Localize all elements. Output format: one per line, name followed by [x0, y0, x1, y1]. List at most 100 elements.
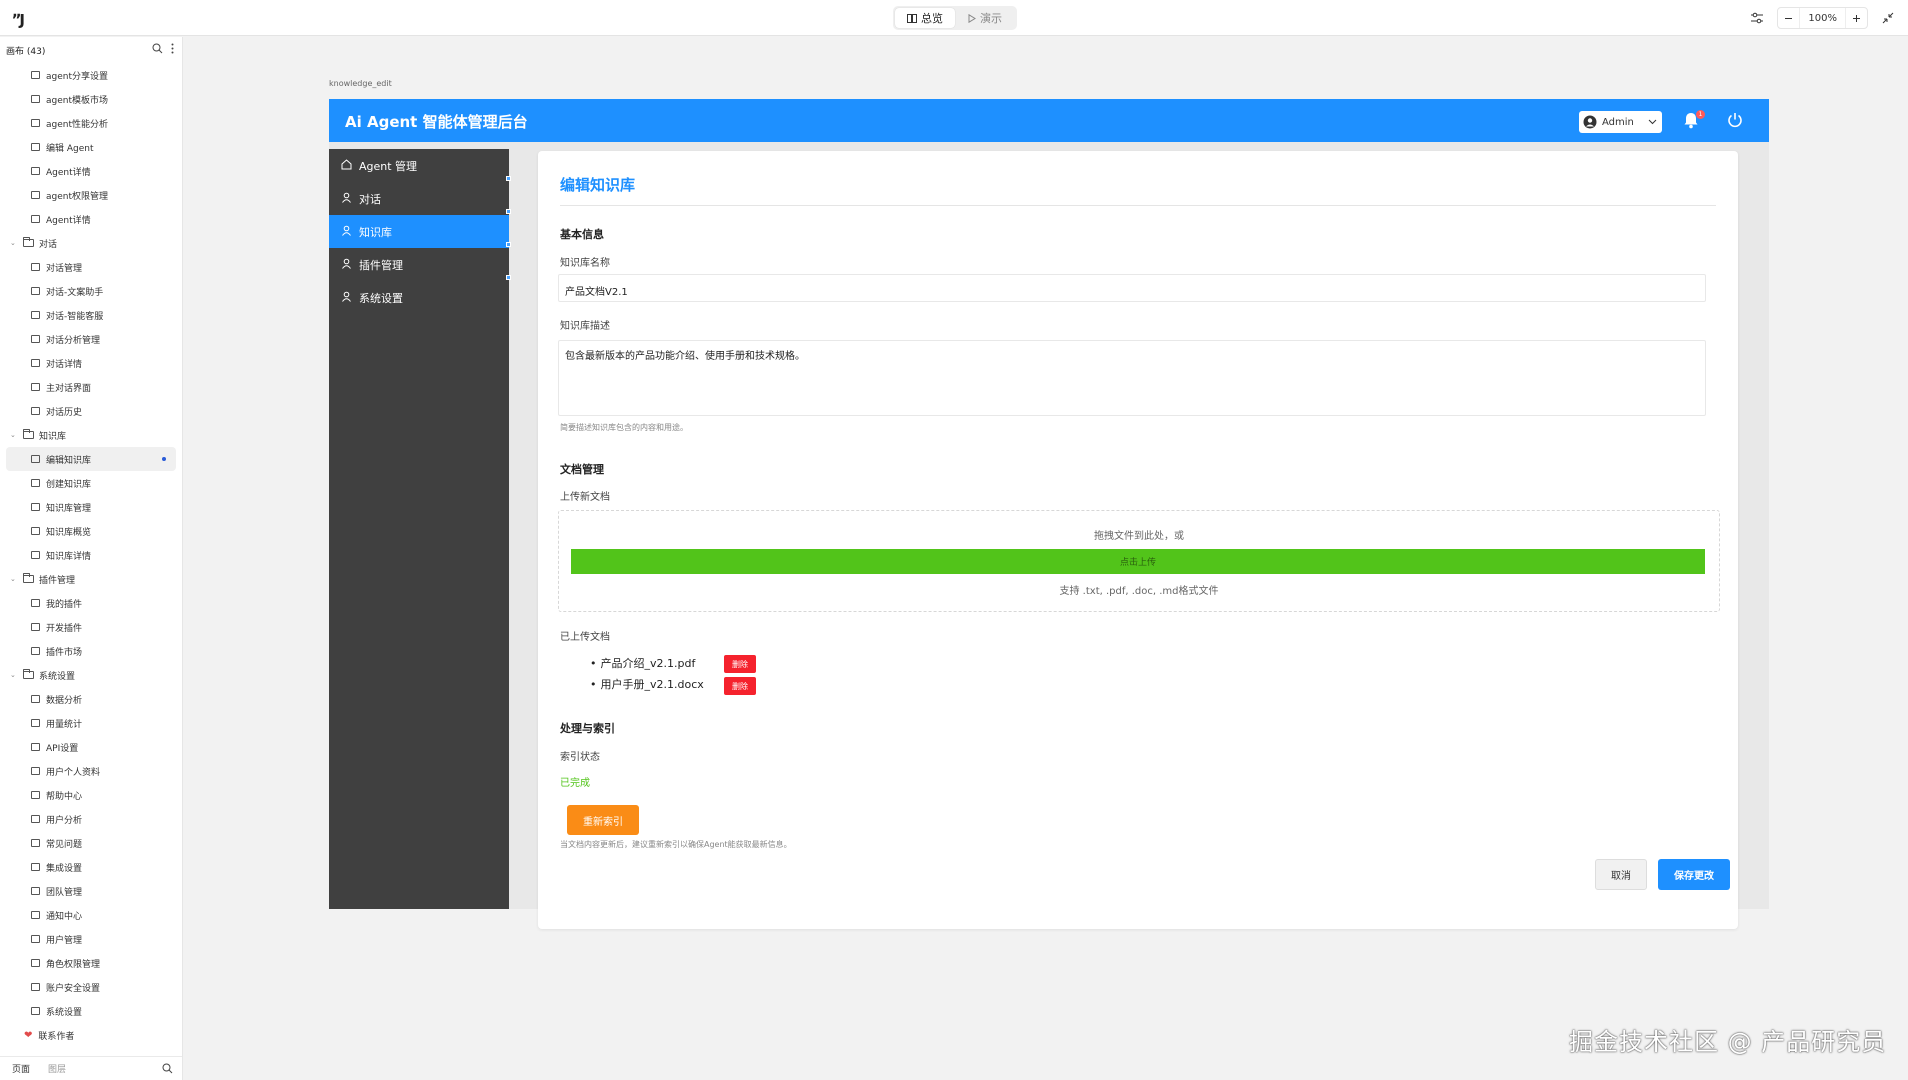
outline-page-item[interactable]: 常见问题 — [0, 831, 182, 855]
chevron-down-icon[interactable]: ⌄ — [10, 575, 20, 583]
delete-file-button[interactable]: 删除 — [724, 655, 756, 673]
link-handle[interactable] — [506, 242, 511, 247]
outline-page-item[interactable]: 集成设置 — [0, 855, 182, 879]
settings-sliders-button[interactable] — [1747, 8, 1767, 28]
sidebar-item-0[interactable]: Agent 管理 — [329, 149, 509, 182]
outline-page-item[interactable]: API设置 — [0, 735, 182, 759]
outline-page-item[interactable]: 编辑 Agent — [0, 135, 182, 159]
outline-page-item[interactable]: 我的插件 — [0, 591, 182, 615]
outline-page-item[interactable]: 系统设置 — [0, 999, 182, 1023]
sidebar-item-label: 插件管理 — [359, 258, 403, 272]
page-icon — [31, 1007, 40, 1015]
outline-item-label: 角色权限管理 — [46, 959, 101, 970]
outline-page-item[interactable]: Agent详情 — [0, 207, 182, 231]
outline-page-item[interactable]: 对话详情 — [0, 351, 182, 375]
frame-label[interactable]: knowledge_edit — [329, 79, 392, 88]
user-icon — [341, 225, 352, 239]
power-icon[interactable] — [1727, 112, 1743, 128]
outline-item-label: 编辑知识库 — [46, 455, 92, 466]
indexing-heading: 处理与索引 — [560, 722, 615, 735]
sidebar-item-3[interactable]: 插件管理 — [329, 242, 511, 281]
zoom-level[interactable]: 100% — [1799, 8, 1846, 28]
outline-page-item[interactable]: 角色权限管理 — [0, 951, 182, 975]
link-handle[interactable] — [506, 176, 511, 181]
outline-page-item[interactable]: 插件市场 — [0, 639, 182, 663]
chevron-down-icon[interactable]: ⌄ — [10, 239, 20, 247]
outline-page-item[interactable]: 用量统计 — [0, 711, 182, 735]
outline-page-item[interactable]: 用户分析 — [0, 807, 182, 831]
outline-page-item[interactable]: 帮助中心 — [0, 783, 182, 807]
sidebar-item-4[interactable]: 系统设置 — [329, 275, 511, 314]
search-icon[interactable] — [162, 1063, 173, 1074]
outline-item-label: 账户安全设置 — [46, 983, 101, 994]
outline-page-item[interactable]: agent模板市场 — [0, 87, 182, 111]
app-logo[interactable]: ʼʼJ — [12, 11, 25, 29]
app-sidebar: Agent 管理 对话 知识库插件管理系统设置 — [329, 149, 511, 909]
outline-page-item[interactable]: 账户安全设置 — [0, 975, 182, 999]
folder-icon — [23, 237, 34, 247]
zoom-in-button[interactable] — [1846, 8, 1867, 28]
page-icon — [31, 215, 40, 223]
user-icon — [341, 258, 352, 272]
outline-page-item[interactable]: 团队管理 — [0, 879, 182, 903]
outline-folder[interactable]: ⌄ 知识库 — [0, 423, 182, 447]
user-select[interactable]: Admin — [1579, 111, 1662, 133]
tab-pages[interactable]: 页面 — [12, 1062, 30, 1075]
outline-item-label: 对话-文案助手 — [46, 287, 104, 298]
outline-page-item[interactable]: 创建知识库 — [0, 471, 182, 495]
mode-overview-button[interactable]: 总览 — [895, 8, 955, 28]
outline-page-item[interactable]: 开发插件 — [0, 615, 182, 639]
outline-page-item[interactable]: 对话-智能客服 — [0, 303, 182, 327]
outline-page-item[interactable]: 数据分析 — [0, 687, 182, 711]
outline-contact-item[interactable]: ❤ 联系作者 — [0, 1023, 182, 1047]
cancel-button[interactable]: 取消 — [1595, 859, 1647, 890]
page-icon — [31, 911, 40, 919]
outline-page-item[interactable]: 通知中心 — [0, 903, 182, 927]
page-icon — [31, 935, 40, 943]
page-icon — [31, 695, 40, 703]
outline-page-item[interactable]: 对话管理 — [0, 255, 182, 279]
outline-page-item[interactable]: 对话-文案助手 — [0, 279, 182, 303]
delete-file-button[interactable]: 删除 — [724, 677, 756, 695]
outline-page-item[interactable]: 对话历史 — [0, 399, 182, 423]
outline-page-item[interactable]: agent权限管理 — [0, 183, 182, 207]
save-button[interactable]: 保存更改 — [1658, 859, 1730, 890]
tab-layers[interactable]: 图层 — [48, 1062, 66, 1075]
outline-folder[interactable]: ⌄ 系统设置 — [0, 663, 182, 687]
outline-page-item[interactable]: 对话分析管理 — [0, 327, 182, 351]
outline-page-item[interactable]: agent性能分析 — [0, 111, 182, 135]
collapse-button[interactable] — [1878, 8, 1898, 28]
upload-button[interactable]: 点击上传 — [571, 549, 1705, 574]
outline-page-item[interactable]: 知识库概览 — [0, 519, 182, 543]
upload-support-text: 支持 .txt, .pdf, .doc, .md格式文件 — [1059, 586, 1219, 597]
outline-page-item[interactable]: Agent详情 — [0, 159, 182, 183]
chevron-down-icon[interactable]: ⌄ — [10, 671, 20, 679]
outline-page-item[interactable]: 用户个人资料 — [0, 759, 182, 783]
upload-dropzone[interactable]: 拖拽文件到此处，或 点击上传 支持 .txt, .pdf, .doc, .md格… — [558, 510, 1720, 612]
search-icon[interactable] — [152, 43, 163, 54]
mode-demo-button[interactable]: 演示 — [955, 8, 1015, 28]
reindex-button[interactable]: 重新索引 — [567, 805, 639, 835]
outline-page-item[interactable]: agent分享设置 — [0, 63, 182, 87]
link-handle[interactable] — [506, 209, 511, 214]
outline-item-label: 用户个人资料 — [46, 767, 101, 778]
book-icon — [907, 13, 917, 23]
chevron-down-icon[interactable]: ⌄ — [10, 431, 20, 439]
name-input[interactable]: 产品文档V2.1 — [558, 274, 1706, 302]
outline-folder[interactable]: ⌄ 插件管理 — [0, 567, 182, 591]
sidebar-item-2[interactable]: 知识库 — [329, 209, 511, 248]
mode-overview-label: 总览 — [921, 12, 943, 25]
play-icon — [968, 13, 976, 23]
outline-page-item[interactable]: 主对话界面 — [0, 375, 182, 399]
more-vertical-icon[interactable] — [171, 43, 174, 54]
outline-page-item[interactable]: 知识库管理 — [0, 495, 182, 519]
description-textarea[interactable]: 包含最新版本的产品功能介绍、使用手册和技术规格。 — [558, 340, 1706, 416]
link-handle[interactable] — [506, 275, 511, 280]
outline-page-item[interactable]: 知识库详情 — [0, 543, 182, 567]
sidebar-item-1[interactable]: 对话 — [329, 176, 511, 215]
outline-page-item[interactable]: 编辑知识库 — [6, 447, 176, 471]
outline-page-item[interactable]: 用户管理 — [0, 927, 182, 951]
zoom-out-button[interactable] — [1778, 8, 1799, 28]
name-label: 知识库名称 — [560, 258, 610, 269]
outline-folder[interactable]: ⌄ 对话 — [0, 231, 182, 255]
